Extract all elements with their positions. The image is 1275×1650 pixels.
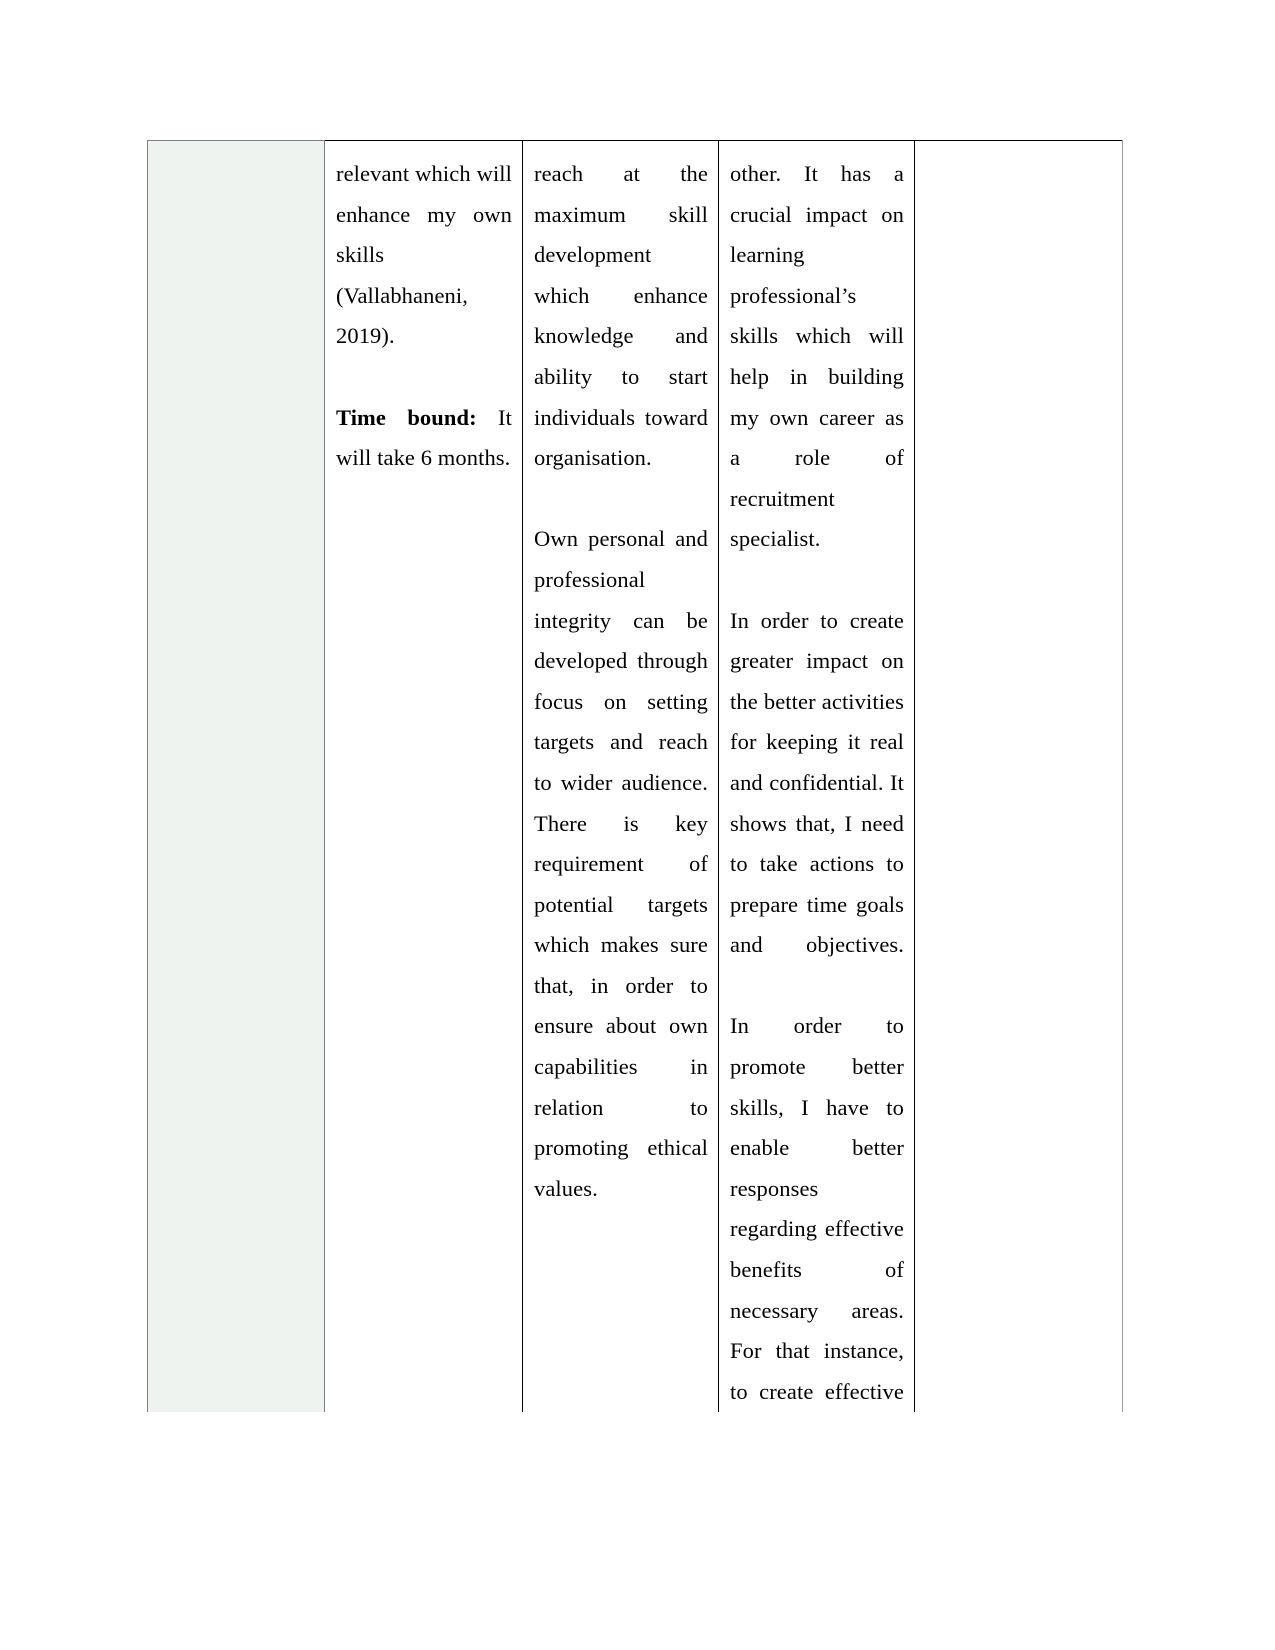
table-cell-empty-right bbox=[914, 140, 1123, 1412]
content-table: relevant which will enhance my own skill… bbox=[147, 140, 1123, 1412]
table-cell-shaded-empty bbox=[147, 140, 325, 1412]
impact-paragraph-three: In order to promote better skills, I hav… bbox=[730, 1013, 904, 1404]
development-paragraph-two: Own personal and professional integrity … bbox=[534, 526, 708, 1201]
goal-paragraph-one: relevant which will enhance my own skill… bbox=[336, 161, 512, 349]
goal-column-content: relevant which will enhance my own skill… bbox=[325, 141, 522, 1412]
development-paragraph-one: reach at the maximum skill development w… bbox=[534, 161, 708, 471]
document-page: relevant which will enhance my own skill… bbox=[0, 0, 1275, 1650]
table-cell-impact-column: other. It has a crucial impact on learni… bbox=[718, 140, 915, 1412]
shaded-cell-content bbox=[148, 141, 324, 1399]
impact-paragraph-two: In order to create greater impact on the… bbox=[730, 607, 904, 958]
table-row: relevant which will enhance my own skill… bbox=[147, 140, 1123, 1412]
time-bound-label: Time bound: bbox=[336, 404, 477, 430]
table-cell-development-column: reach at the maximum skill development w… bbox=[522, 140, 719, 1412]
empty-right-cell-content bbox=[915, 141, 1122, 1412]
development-column-content: reach at the maximum skill development w… bbox=[523, 141, 718, 1412]
impact-paragraph-one: other. It has a crucial impact on learni… bbox=[730, 161, 904, 552]
goal-paragraph-time-bound: Time bound: It will take 6 months. bbox=[336, 398, 512, 479]
impact-column-content: other. It has a crucial impact on learni… bbox=[719, 141, 914, 1412]
table-cell-goal-column: relevant which will enhance my own skill… bbox=[324, 140, 523, 1412]
